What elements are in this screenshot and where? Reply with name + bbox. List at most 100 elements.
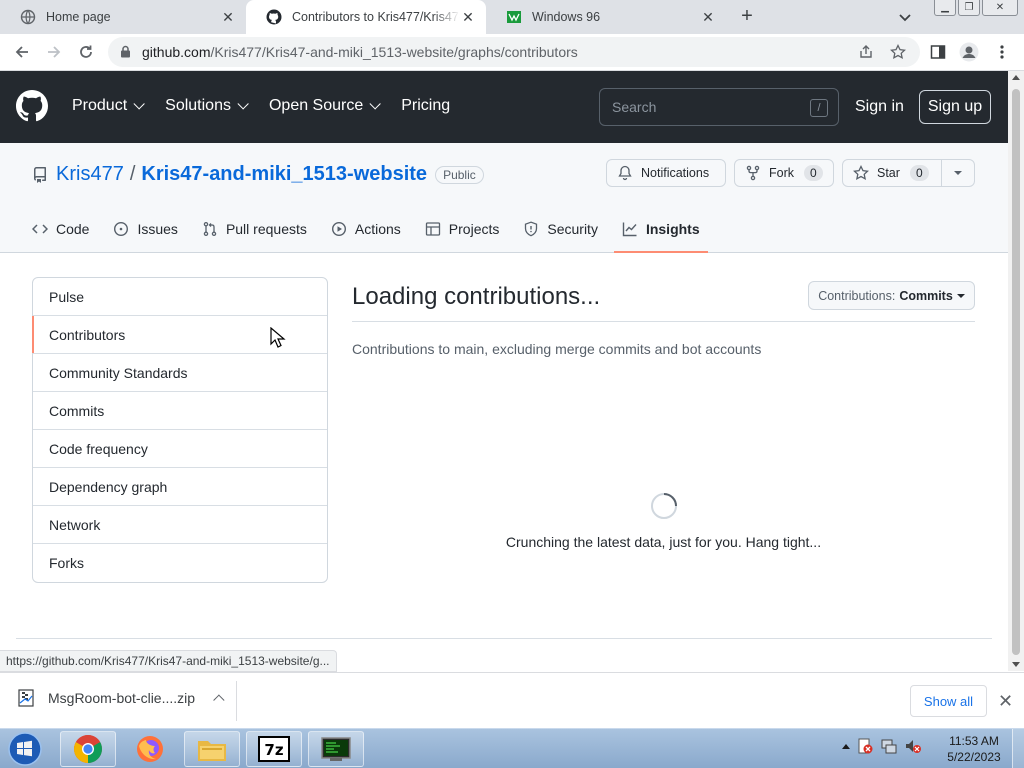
chevron-down-icon <box>369 98 382 110</box>
url-text[interactable]: github.com/Kris477/Kris47-and-miki_1513-… <box>142 44 578 60</box>
scroll-up-arrow-icon[interactable] <box>1012 75 1020 80</box>
github-logo-icon[interactable] <box>16 90 48 122</box>
menu-item-code-frequency[interactable]: Code frequency <box>33 430 327 468</box>
side-panel-button[interactable] <box>928 42 948 62</box>
volume-muted-icon[interactable] <box>904 737 922 755</box>
menu-item-network[interactable]: Network <box>33 506 327 544</box>
menu-item-community-standards[interactable]: Community Standards <box>33 354 327 392</box>
search-input[interactable]: Search / <box>599 88 839 126</box>
close-tab-icon[interactable]: ✕ <box>700 9 716 25</box>
tab-pull-requests[interactable]: Pull requests <box>194 211 315 247</box>
repo-title: Kris477 / Kris47-and-miki_1513-website P… <box>32 163 484 186</box>
page-scrollbar[interactable] <box>1008 71 1024 671</box>
nav-label: Open Source <box>268 97 364 114</box>
contributions-select[interactable]: Contributions: Commits <box>808 281 975 310</box>
scrollbar-thumb[interactable] <box>1012 89 1020 655</box>
chevron-down-icon <box>237 98 249 110</box>
fork-label: Fork <box>769 166 794 180</box>
show-all-downloads-button[interactable]: Show all <box>910 685 987 717</box>
taskbar-file-explorer[interactable] <box>184 731 240 767</box>
reload-button[interactable] <box>76 42 96 62</box>
menu-item-pulse[interactable]: Pulse <box>33 278 327 316</box>
taskbar-7zip[interactable]: 7z <box>246 731 302 767</box>
minimize-button[interactable]: ▁ <box>934 0 956 16</box>
tab-issues[interactable]: Issues <box>105 211 185 247</box>
star-icon <box>853 165 869 181</box>
taskbar-clock[interactable]: 11:53 AM 5/22/2023 <box>942 733 1006 765</box>
menu-item-commits[interactable]: Commits <box>33 392 327 430</box>
notifications-button[interactable]: Notifications <box>606 159 726 187</box>
tab-insights[interactable]: Insights <box>613 211 708 253</box>
menu-item-forks[interactable]: Forks <box>33 544 327 582</box>
scroll-down-arrow-icon[interactable] <box>1012 662 1020 667</box>
taskbar-firefox[interactable] <box>122 731 178 767</box>
windows-start-icon[interactable] <box>6 731 44 767</box>
nav-label: Solutions <box>165 97 231 114</box>
url-path: /Kris477/Kris47-and-miki_1513-website/gr… <box>210 44 578 60</box>
zip-file-icon <box>18 689 34 707</box>
chrome-menu-button[interactable] <box>992 42 1012 62</box>
mouse-cursor-icon <box>270 327 286 348</box>
star-dropdown-button[interactable] <box>941 159 975 187</box>
bell-icon <box>618 165 632 181</box>
window-controls: ▁ ❐ ✕ <box>934 0 1018 16</box>
repo-header: Kris477 / Kris47-and-miki_1513-website P… <box>0 143 1008 253</box>
nav-product[interactable]: Product <box>72 97 145 115</box>
browser-tab-strip: Home page ✕ Contributors to Kris477/Kris… <box>0 0 1024 34</box>
taskbar-terminal[interactable] <box>308 731 364 767</box>
tab-home-page[interactable]: Home page ✕ <box>0 0 246 34</box>
close-window-button[interactable]: ✕ <box>982 0 1018 16</box>
nav-pricing[interactable]: Pricing <box>401 97 450 115</box>
close-tab-icon[interactable]: ✕ <box>460 9 476 25</box>
tab-security[interactable]: Security <box>515 211 606 247</box>
download-item[interactable]: MsgRoom-bot-clie....zip <box>18 689 225 707</box>
repo-name-link[interactable]: Kris47-and-miki_1513-website <box>141 163 427 186</box>
tab-label: Insights <box>645 221 700 237</box>
address-bar[interactable]: github.com/Kris477/Kris47-and-miki_1513-… <box>108 37 920 67</box>
tab-projects[interactable]: Projects <box>417 211 508 247</box>
chevron-up-icon[interactable] <box>213 694 225 706</box>
menu-item-dependency-graph[interactable]: Dependency graph <box>33 468 327 506</box>
bookmark-star-icon[interactable] <box>890 44 906 60</box>
taskbar-chrome[interactable] <box>60 731 116 767</box>
fork-button[interactable]: Fork 0 <box>734 159 834 187</box>
clock-date: 5/22/2023 <box>947 750 1001 764</box>
tab-search-icon[interactable] <box>896 8 914 26</box>
fork-count: 0 <box>804 165 823 181</box>
share-icon[interactable] <box>858 44 874 60</box>
reload-icon <box>80 45 92 58</box>
title-divider <box>352 321 975 322</box>
network-icon[interactable] <box>880 737 898 755</box>
back-button[interactable] <box>12 42 32 62</box>
lock-icon[interactable] <box>120 45 131 58</box>
tab-label: Actions <box>354 221 401 237</box>
contributions-prefix: Contributions: <box>818 288 896 303</box>
show-hidden-icons-icon[interactable] <box>842 743 850 749</box>
close-downloads-icon[interactable]: ✕ <box>998 691 1013 712</box>
star-button[interactable]: Star 0 <box>842 159 942 187</box>
restore-button[interactable]: ❐ <box>958 0 980 16</box>
graph-icon <box>622 222 637 237</box>
star-label: Star <box>877 166 900 180</box>
forward-button[interactable] <box>44 42 64 62</box>
7zip-icon: 7z <box>258 736 290 762</box>
sign-up-button[interactable]: Sign up <box>919 90 991 124</box>
repo-owner-link[interactable]: Kris477 <box>56 163 124 186</box>
chrome-icon <box>74 735 102 763</box>
profile-button[interactable] <box>959 42 979 62</box>
nav-solutions[interactable]: Solutions <box>165 97 249 115</box>
show-desktop-button[interactable] <box>1012 729 1024 768</box>
nav-open-source[interactable]: Open Source <box>268 97 382 115</box>
tab-code[interactable]: Code <box>24 211 97 247</box>
close-tab-icon[interactable]: ✕ <box>220 9 236 25</box>
tab-windows-96[interactable]: Windows 96 ✕ <box>486 0 726 34</box>
tab-label: Issues <box>137 221 178 237</box>
loading-spinner-icon <box>651 493 677 519</box>
new-tab-button[interactable]: + <box>736 6 758 28</box>
sign-in-link[interactable]: Sign in <box>855 98 904 116</box>
more-vertical-icon <box>1000 45 1004 59</box>
tab-contributors[interactable]: Contributors to Kris477/Kris47-and-miki_… <box>246 0 486 34</box>
tab-actions[interactable]: Actions <box>323 211 409 247</box>
caret-down-icon <box>956 293 965 298</box>
action-center-icon[interactable] <box>856 737 874 755</box>
